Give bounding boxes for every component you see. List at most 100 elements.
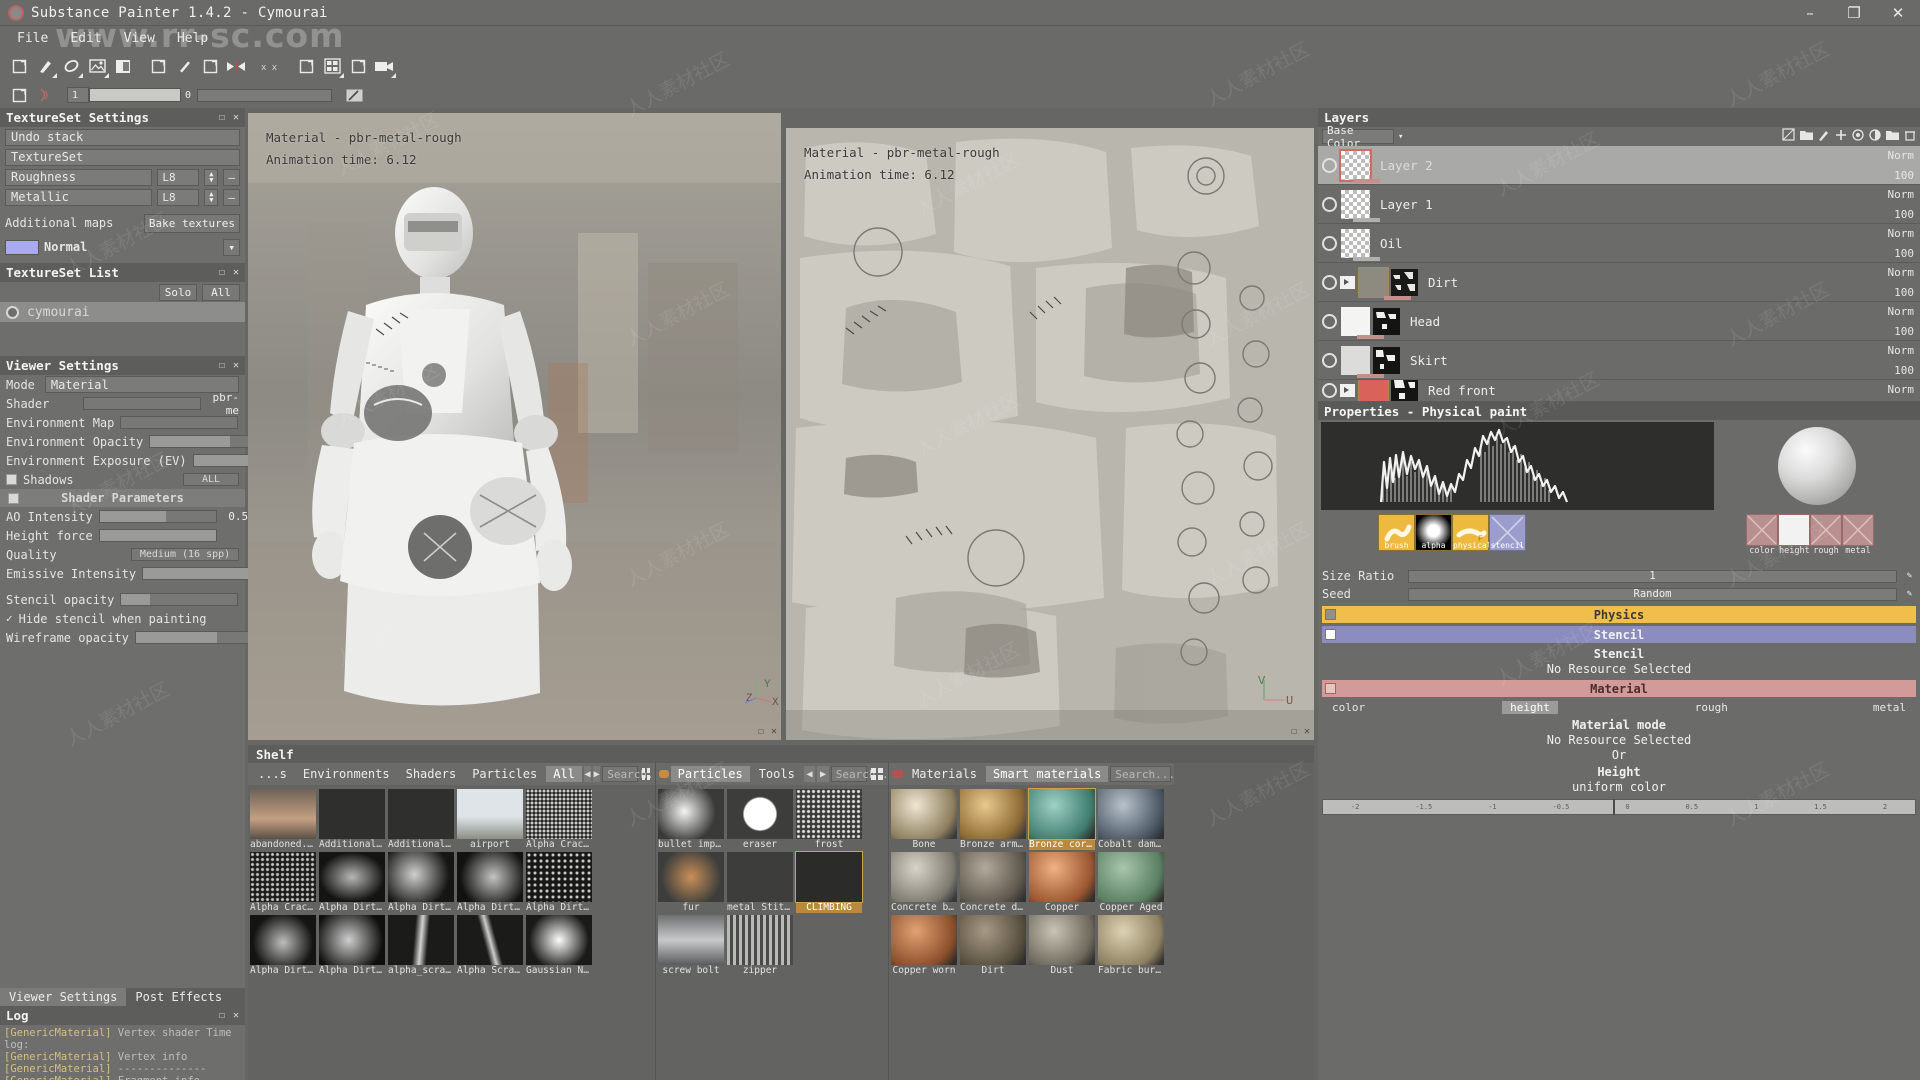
add-layer-icon[interactable] bbox=[1835, 129, 1847, 145]
add-folder-icon[interactable] bbox=[1800, 129, 1813, 144]
layer-blend-mode[interactable]: Norm bbox=[1888, 344, 1915, 357]
viewport-2d-undock-icon[interactable]: ☐ bbox=[1291, 726, 1297, 737]
stencil-checkbox[interactable] bbox=[1325, 629, 1336, 640]
layer-visibility-icon[interactable] bbox=[1322, 274, 1337, 290]
layer-row[interactable]: Layer 2 Norm 100 bbox=[1318, 146, 1920, 185]
physics-section-header[interactable]: Physics bbox=[1322, 606, 1916, 623]
shelf-thumb[interactable]: Copper bbox=[1029, 852, 1095, 913]
close-panel-icon[interactable]: ✕ bbox=[233, 112, 239, 123]
shelf-thumb[interactable]: Gaussian N... bbox=[526, 915, 592, 976]
layer-visibility-icon[interactable] bbox=[1322, 235, 1337, 251]
layer-blend-mode[interactable]: Norm bbox=[1888, 266, 1915, 279]
shelf-thumb[interactable]: metal Stitching bbox=[727, 852, 793, 913]
shelf-grid-view-icon-1[interactable] bbox=[640, 766, 652, 782]
textureset-list-item[interactable]: cymourai bbox=[0, 302, 245, 322]
tab-post-effects[interactable]: Post Effects bbox=[126, 988, 231, 1006]
shelf-tab-presets[interactable]: ...s bbox=[251, 766, 294, 782]
shelf-tab-shaders[interactable]: Shaders bbox=[399, 766, 464, 782]
clone-icon[interactable] bbox=[145, 53, 171, 79]
textureset-visibility-icon[interactable] bbox=[6, 305, 19, 319]
shelf-thumb[interactable]: airport bbox=[457, 789, 523, 850]
physical-tile[interactable]: F physical bbox=[1452, 514, 1492, 551]
shelf-tab-all[interactable]: All bbox=[546, 766, 582, 782]
emissive-intensity-slider[interactable] bbox=[142, 567, 261, 580]
undock-icon-2[interactable]: ☐ bbox=[219, 267, 225, 278]
brush-icon[interactable] bbox=[1818, 129, 1830, 145]
shelf-thumb[interactable]: Cobalt dam... bbox=[1098, 789, 1164, 850]
ao-intensity-slider[interactable] bbox=[98, 510, 217, 523]
shelf-thumb[interactable]: Alpha Dirt 05 bbox=[250, 915, 316, 976]
height-force-slider[interactable] bbox=[98, 529, 217, 542]
delete-icon[interactable] bbox=[1904, 129, 1916, 145]
close-panel-icon-2[interactable]: ✕ bbox=[233, 267, 239, 278]
shelf-tab-materials[interactable]: Materials bbox=[905, 766, 984, 782]
shelf-tab-next-icon[interactable]: ▶ bbox=[593, 766, 601, 782]
roughness-reset-button[interactable]: — bbox=[223, 168, 240, 186]
physics-checkbox[interactable] bbox=[1325, 609, 1336, 620]
layer-opacity[interactable]: 100 bbox=[1894, 247, 1914, 260]
textureset-field[interactable]: TextureSet bbox=[5, 148, 240, 166]
undo-stack-field[interactable]: Undo stack bbox=[5, 128, 240, 146]
stencil-section-header[interactable]: Stencil bbox=[1322, 626, 1916, 643]
shelf-tab-next-icon-2[interactable]: ▶ bbox=[817, 766, 829, 782]
shelf-search-input-3[interactable]: Search... bbox=[1110, 766, 1175, 782]
layer-opacity[interactable]: 100 bbox=[1894, 325, 1914, 338]
brush-flow-slider[interactable] bbox=[197, 88, 332, 102]
shelf-thumb[interactable]: Fabric burlap bbox=[1098, 915, 1164, 976]
fill-icon[interactable] bbox=[110, 53, 136, 79]
seed-edit-icon[interactable]: ✎ bbox=[1903, 588, 1916, 601]
shelf-thumb[interactable]: fur bbox=[658, 852, 724, 913]
hide-stencil-row[interactable]: ✓ Hide stencil when painting bbox=[0, 609, 245, 628]
shelf-thumb[interactable]: Copper worn bbox=[891, 915, 957, 976]
layer-blend-mode[interactable]: Norm bbox=[1888, 305, 1915, 318]
hide-stencil-checkbox[interactable]: ✓ bbox=[6, 612, 13, 625]
size-ratio-slider[interactable]: 1 bbox=[1408, 569, 1897, 583]
eraser-icon[interactable] bbox=[58, 53, 84, 79]
layer-thumbnail[interactable] bbox=[1358, 380, 1389, 401]
seed-slider[interactable]: Random bbox=[1408, 587, 1897, 601]
layer-folder-icon[interactable] bbox=[1340, 275, 1355, 289]
shelf-thumb[interactable]: Bone bbox=[891, 789, 957, 850]
shelf-thumb[interactable]: abandoned... bbox=[250, 789, 316, 850]
select-tool-icon[interactable] bbox=[6, 53, 32, 79]
size-ratio-edit-icon[interactable]: ✎ bbox=[1903, 570, 1916, 583]
shelf-thumb[interactable]: Alpha Crack... bbox=[250, 852, 316, 913]
layer-visibility-icon[interactable] bbox=[1322, 157, 1337, 173]
minimize-button[interactable]: – bbox=[1788, 0, 1832, 26]
brush-edit-icon[interactable] bbox=[341, 82, 367, 108]
tri-planar-icon[interactable] bbox=[293, 53, 319, 79]
camera-icon[interactable] bbox=[371, 53, 397, 79]
viewport-3d-undock-icon[interactable]: ☐ bbox=[758, 726, 764, 737]
channel-select[interactable]: Base Color bbox=[1322, 124, 1394, 150]
material-section-header[interactable]: Material bbox=[1322, 680, 1916, 697]
alpha-tile[interactable]: alpha bbox=[1415, 514, 1452, 551]
add-fill-icon[interactable] bbox=[1852, 128, 1864, 145]
undock-icon-4[interactable]: ☐ bbox=[219, 1010, 225, 1021]
shelf-tab-smart-materials[interactable]: Smart materials bbox=[986, 766, 1109, 782]
quality-select[interactable]: Medium (16 spp) bbox=[131, 548, 239, 561]
symmetry-icon[interactable] bbox=[223, 53, 249, 79]
metallic-stepper[interactable]: ▲ ▼ bbox=[204, 188, 219, 206]
shelf-thumb[interactable]: Concrete bare bbox=[891, 852, 957, 913]
quad-view-icon[interactable] bbox=[319, 53, 345, 79]
environment-map-select[interactable] bbox=[120, 416, 239, 429]
height-ramp-cursor[interactable] bbox=[1613, 799, 1616, 815]
layer-mask-thumbnail[interactable] bbox=[1391, 268, 1418, 296]
shelf-thumb[interactable]: zipper bbox=[727, 915, 793, 976]
roughness-stepper[interactable]: ▲ ▼ bbox=[204, 168, 219, 186]
chevron-down-icon[interactable]: ▾ bbox=[1398, 132, 1403, 142]
shelf-thumb[interactable]: Alpha Crack... bbox=[526, 789, 592, 850]
material-channel-height[interactable]: height bbox=[1502, 701, 1558, 714]
layer-thumbnail[interactable] bbox=[1358, 266, 1389, 298]
material-picker-icon[interactable] bbox=[197, 53, 223, 79]
roughness-format-select[interactable]: L8 bbox=[157, 168, 200, 186]
x-mirror-icon[interactable]: x x bbox=[258, 53, 284, 79]
layer-opacity[interactable]: 100 bbox=[1894, 364, 1914, 377]
shelf-thumb[interactable]: Dust bbox=[1029, 915, 1095, 976]
close-panel-icon-4[interactable]: ✕ bbox=[233, 1010, 239, 1021]
metallic-reset-button[interactable]: — bbox=[223, 188, 240, 206]
layer-thumbnail[interactable] bbox=[1341, 345, 1370, 375]
shelf-thumb[interactable]: frost bbox=[796, 789, 862, 850]
shelf-thumb[interactable]: Copper Aged bbox=[1098, 852, 1164, 913]
shelf-thumb[interactable]: Bronze armor bbox=[960, 789, 1026, 850]
